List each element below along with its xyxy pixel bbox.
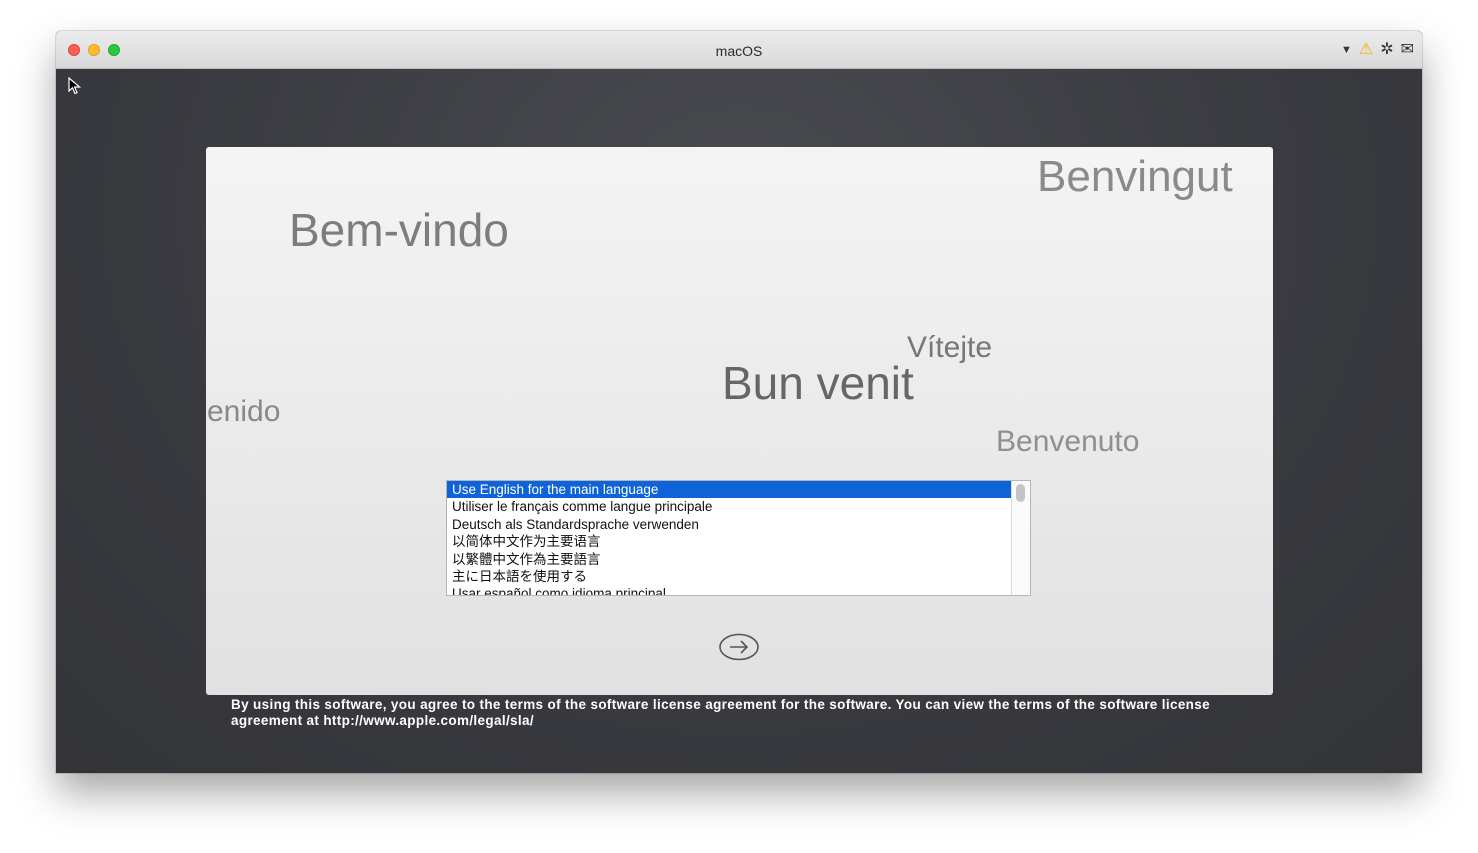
vm-screen: Bem-vindo Benvingut Vítejte Bun venit en…	[56, 69, 1422, 773]
language-option-english[interactable]: Use English for the main language	[447, 481, 1011, 499]
language-list[interactable]: Use English for the main language Utilis…	[446, 480, 1031, 596]
language-list-scrollbar[interactable]	[1011, 481, 1030, 595]
language-list-items: Use English for the main language Utilis…	[447, 481, 1011, 595]
arrow-right-circle-icon	[719, 633, 759, 661]
greeting-czech: Vítejte	[907, 331, 993, 364]
language-option-german[interactable]: Deutsch als Standardsprache verwenden	[447, 516, 1011, 533]
greeting-portuguese: Bem-vindo	[289, 204, 509, 256]
greeting-italian: Benvenuto	[996, 425, 1140, 458]
mouse-pointer-icon	[68, 77, 82, 95]
greeting-romanian: Bun venit	[722, 357, 914, 409]
title-bar: macOS ▼ ⚠ ✲ ✉	[56, 31, 1422, 69]
language-option-french[interactable]: Utiliser le français comme langue princi…	[447, 498, 1011, 515]
language-option-spanish[interactable]: Usar español como idioma principal	[447, 585, 1011, 595]
license-agreement-text: By using this software, you agree to the…	[231, 697, 1210, 728]
envelope-icon[interactable]: ✉	[1401, 40, 1414, 60]
language-option-japanese[interactable]: 主に日本語を使用する	[447, 568, 1011, 585]
language-option-traditional-chinese[interactable]: 以繁體中文作為主要語言	[447, 551, 1011, 568]
continue-button[interactable]	[719, 633, 759, 661]
dropdown-triangle-icon[interactable]: ▼	[1341, 40, 1352, 60]
greeting-catalan: Benvingut	[1037, 152, 1233, 201]
warning-icon[interactable]: ⚠	[1359, 40, 1373, 60]
setup-panel: Bem-vindo Benvingut Vítejte Bun venit en…	[206, 147, 1273, 695]
scrollbar-thumb[interactable]	[1016, 484, 1025, 502]
language-option-simplified-chinese[interactable]: 以简体中文作为主要语言	[447, 533, 1011, 550]
greeting-spanish-partial: enido	[207, 395, 281, 428]
vm-window: macOS ▼ ⚠ ✲ ✉ Bem-vindo Benvingut Vítejt…	[56, 31, 1422, 773]
toolbar-icons: ▼ ⚠ ✲ ✉	[1341, 40, 1414, 60]
gear-icon[interactable]: ✲	[1380, 40, 1393, 60]
window-title: macOS	[715, 43, 763, 59]
